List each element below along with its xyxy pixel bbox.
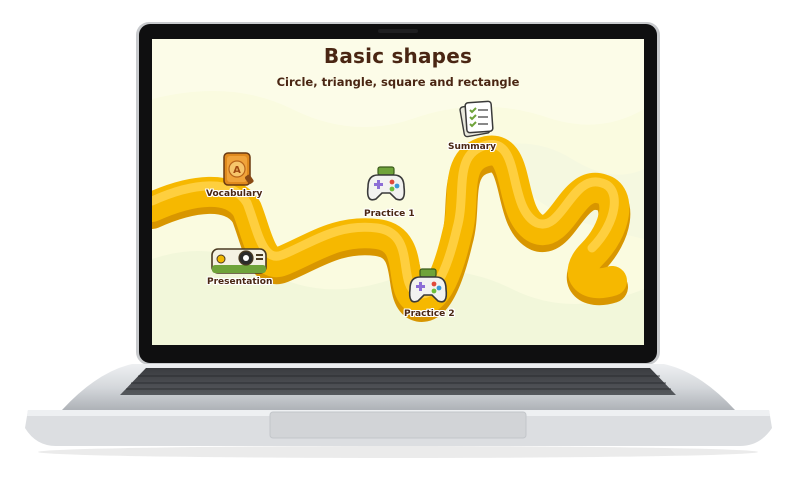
path-node-vocabulary[interactable]: A Vocabulary (206, 149, 286, 205)
node-label-practice-1: Practice 1 (364, 209, 415, 219)
book-icon: A (223, 152, 254, 186)
keyboard (120, 368, 676, 395)
gamepad-icon (366, 166, 406, 201)
laptop-mockup: Basic shapes Circle, triangle, square an… (0, 0, 797, 480)
lesson-subtitle: Circle, triangle, square and rectangle (276, 75, 520, 89)
projector-icon (211, 248, 267, 274)
node-label-vocabulary: Vocabulary (206, 189, 263, 199)
gamepad-icon (408, 268, 448, 303)
node-label-practice-2: Practice 2 (404, 309, 455, 319)
path-node-practice-2[interactable]: Practice 2 (402, 267, 472, 323)
trackpad (269, 411, 527, 439)
svg-text:A: A (233, 165, 241, 176)
app-screen: Basic shapes Circle, triangle, square an… (152, 39, 644, 345)
node-label-summary: Summary (448, 142, 497, 152)
checklist-icon (459, 100, 494, 138)
path-node-practice-1[interactable]: Practice 1 (360, 165, 430, 221)
node-label-presentation: Presentation (207, 277, 273, 287)
camera-notch (378, 29, 418, 33)
path-node-presentation[interactable]: Presentation (206, 243, 286, 293)
lesson-title: Basic shapes (323, 44, 473, 68)
path-node-summary[interactable]: Summary (442, 97, 512, 157)
